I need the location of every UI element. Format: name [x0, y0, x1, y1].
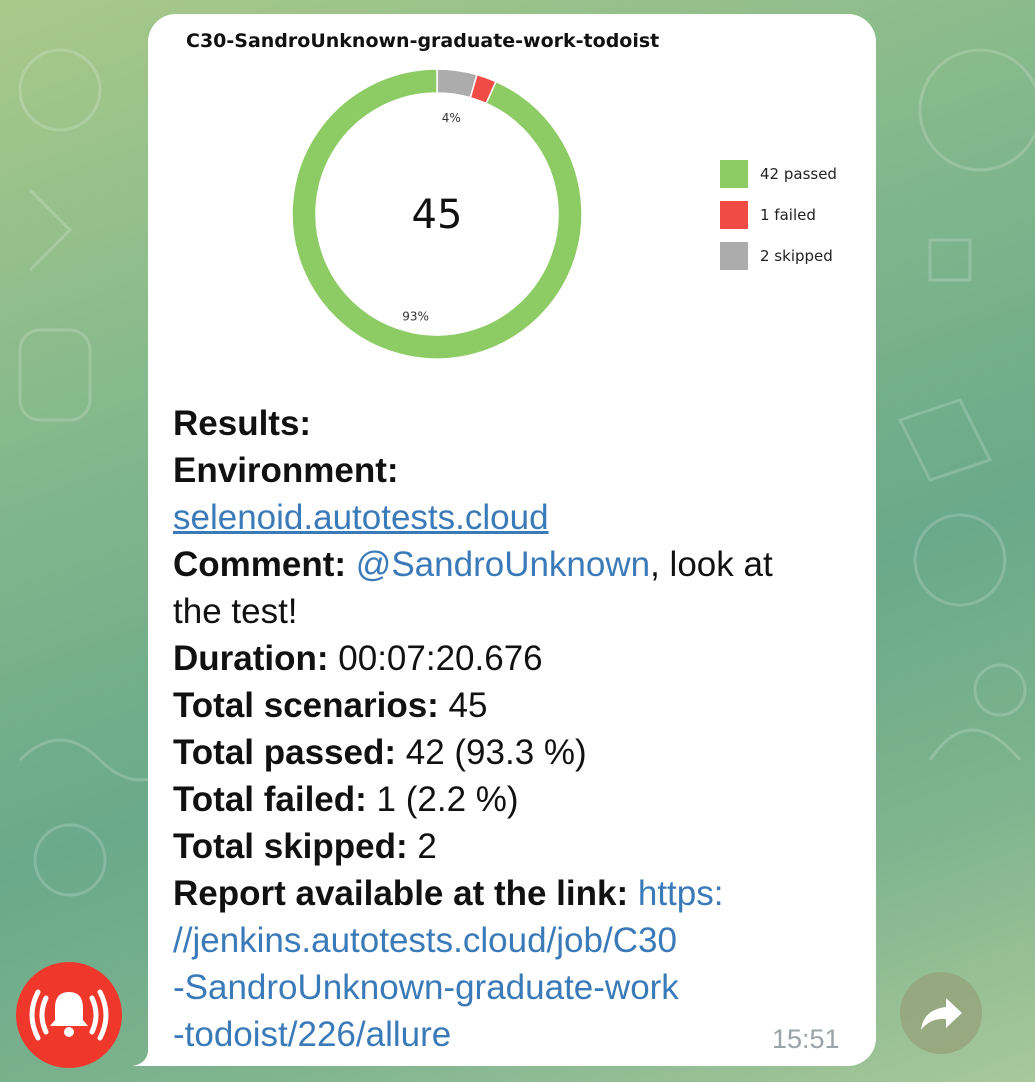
duration-label: Duration: — [173, 639, 329, 678]
forward-button[interactable] — [900, 972, 982, 1054]
report-link-part-3[interactable]: -SandroUnknown-graduate-work — [173, 964, 853, 1011]
comment-text: , look at — [650, 545, 773, 584]
duration-value: 00:07:20.676 — [328, 639, 543, 678]
passed-value: 42 (93.3 %) — [396, 733, 587, 772]
donut-center-total: 45 — [412, 192, 463, 238]
legend-swatch-passed — [720, 160, 748, 188]
environment-link[interactable]: selenoid.autotests.cloud — [173, 498, 549, 537]
alarm-bell-icon — [29, 989, 109, 1041]
message-text: Results: Environment: selenoid.autotests… — [173, 400, 853, 1058]
report-chart-image[interactable]: C30-SandroUnknown-graduate-work-todoist … — [160, 24, 864, 368]
alarm-button[interactable] — [16, 962, 122, 1068]
scenarios-value: 45 — [438, 686, 488, 725]
report-link-part-1[interactable]: https: — [628, 874, 724, 913]
donut-percent-label: 93% — [402, 310, 429, 324]
environment-label: Environment: — [173, 451, 399, 490]
legend-item-passed: 42 passed — [720, 160, 837, 188]
report-label: Report available at the link: — [173, 874, 629, 913]
legend-swatch-skipped — [720, 242, 748, 270]
message-timestamp: 15:51 — [772, 1024, 840, 1054]
legend-label-skipped: 2 skipped — [760, 247, 833, 265]
mention-link[interactable]: @SandroUnknown — [356, 545, 650, 584]
scenarios-label: Total scenarios: — [173, 686, 439, 725]
skipped-value: 2 — [407, 827, 437, 866]
forward-arrow-icon — [921, 998, 962, 1030]
skipped-label: Total skipped: — [173, 827, 408, 866]
legend-label-failed: 1 failed — [760, 206, 816, 224]
report-link-part-4[interactable]: -todoist/226/allure — [173, 1011, 853, 1058]
results-label: Results: — [173, 404, 312, 443]
legend-label-passed: 42 passed — [760, 165, 837, 183]
failed-value: 1 (2.2 %) — [366, 780, 519, 819]
comment-label: Comment: — [173, 545, 347, 584]
report-link-part-2[interactable]: //jenkins.autotests.cloud/job/C30 — [173, 917, 853, 964]
legend-swatch-failed — [720, 201, 748, 229]
passed-label: Total passed: — [173, 733, 397, 772]
legend-item-skipped: 2 skipped — [720, 242, 837, 270]
failed-label: Total failed: — [173, 780, 367, 819]
comment-text-continued: the test! — [173, 592, 298, 631]
legend-item-failed: 1 failed — [720, 201, 837, 229]
chart-legend: 42 passed 1 failed 2 skipped — [720, 160, 837, 283]
donut-percent-label: 4% — [442, 111, 461, 125]
